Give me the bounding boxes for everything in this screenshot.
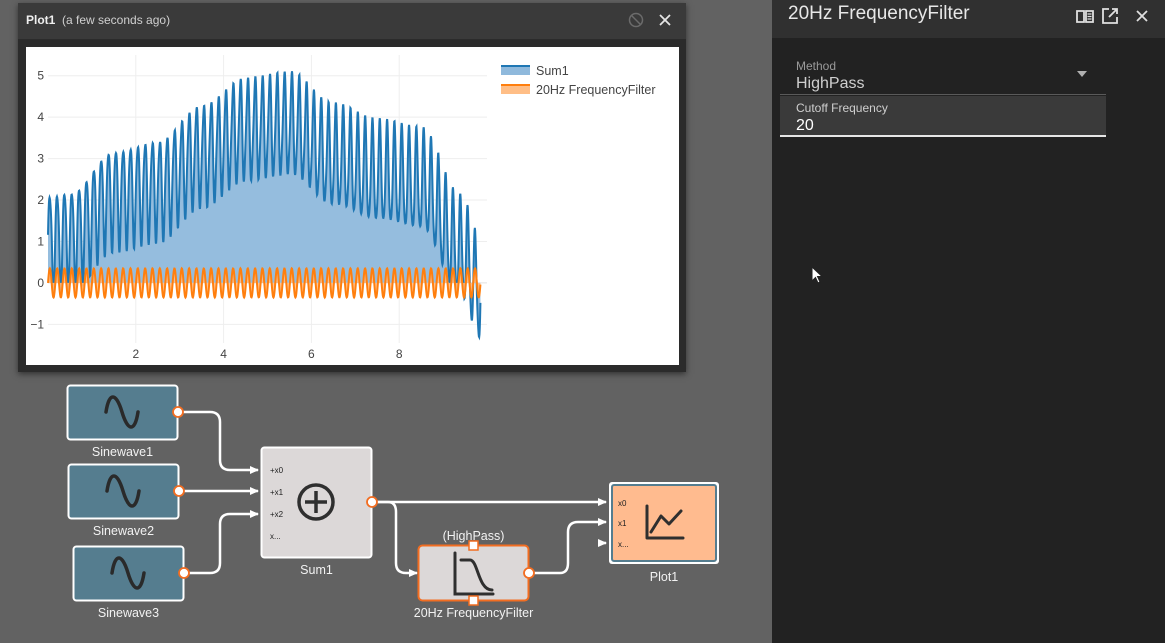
legend-swatch-fill — [501, 66, 530, 75]
y-tick-label: 1 — [37, 234, 44, 248]
properties-panel: 20Hz FrequencyFilter Method HighPass Cut… — [772, 0, 1165, 643]
caret-down-icon[interactable] — [1076, 70, 1088, 78]
close-icon[interactable] — [656, 11, 674, 29]
sinewave2-output-port — [173, 485, 185, 497]
plot1-port-label: x... — [618, 540, 629, 549]
close-icon[interactable] — [1132, 6, 1152, 26]
sum1-node[interactable] — [260, 446, 378, 559]
y-tick-label: 5 — [37, 69, 44, 83]
filter-label: 20Hz FrequencyFilter — [413, 606, 534, 620]
y-tick-label: −1 — [30, 317, 44, 331]
plot-window[interactable]: Plot1 (a few seconds ago) 2 4 6 8 −1 0 1 2 3 4 5 Su… — [18, 3, 686, 372]
line-chart[interactable]: 2 4 6 8 −1 0 1 2 3 4 5 Sum1 20Hz FrequencyFilter — [26, 47, 679, 365]
legend-label: Sum1 — [536, 64, 569, 78]
plot-window-titlebar[interactable]: Plot1 (a few seconds ago) — [18, 3, 686, 39]
plot1-label: Plot1 — [649, 570, 679, 584]
plot1-port-label: x0 — [618, 499, 627, 508]
method-value[interactable]: HighPass — [796, 75, 864, 93]
plot-window-timestamp: (a few seconds ago) — [62, 13, 171, 27]
mouse-cursor-icon — [811, 266, 823, 284]
sum1-port-label: +x2 — [270, 510, 284, 519]
filter-bottom-handle — [468, 595, 479, 606]
method-label: Method — [796, 59, 837, 73]
graph-edges — [178, 410, 607, 577]
x-tick-label: 6 — [308, 347, 315, 361]
y-tick-label: 2 — [37, 193, 44, 207]
method-select[interactable]: Method HighPass — [780, 54, 1106, 95]
sinewave3-label: Sinewave3 — [97, 606, 160, 620]
sum1-label: Sum1 — [300, 563, 333, 577]
cutoff-frequency-field[interactable]: Cutoff Frequency — [780, 96, 1106, 137]
sinewave1-output-port — [172, 406, 184, 418]
cutoff-frequency-label: Cutoff Frequency — [796, 101, 888, 115]
sinewave1-label: Sinewave1 — [91, 445, 154, 459]
legend-swatch-fill — [501, 85, 530, 94]
plot1-port-label: x1 — [618, 519, 627, 528]
panel-title: 20Hz FrequencyFilter — [788, 3, 970, 24]
y-tick-label: 4 — [37, 110, 44, 124]
panel-header: 20Hz FrequencyFilter — [772, 0, 1165, 38]
sum1-port-label: x... — [270, 532, 281, 541]
node-canvas[interactable]: +x0 +x1 +x2 x... x0 x1 x... Sinewave1 Si… — [0, 0, 772, 643]
sinewave1-node[interactable] — [66, 384, 184, 441]
book-icon[interactable] — [1075, 6, 1095, 26]
cutoff-frequency-input[interactable] — [796, 117, 1086, 135]
sinewave2-node[interactable] — [67, 463, 185, 520]
disable-icon[interactable] — [628, 12, 644, 28]
edge-sinewave1-sum1 — [178, 410, 259, 474]
filter-output-port — [523, 567, 535, 579]
x-tick-label: 2 — [132, 347, 139, 361]
y-tick-label: 0 — [37, 276, 44, 290]
sum1-output-port — [366, 496, 378, 508]
plot-window-title: Plot1 — [26, 13, 56, 27]
x-tick-label: 4 — [220, 347, 227, 361]
filter-mode-label: (HighPass) — [442, 529, 505, 543]
y-tick-label: 3 — [37, 152, 44, 166]
plot-surface[interactable]: 2 4 6 8 −1 0 1 2 3 4 5 Sum1 20Hz FrequencyFilter — [26, 47, 679, 365]
sum1-port-label: +x0 — [270, 466, 284, 475]
edge-sinewave3-sum1 — [184, 510, 259, 575]
open-external-icon[interactable] — [1100, 6, 1120, 26]
x-tick-label: 8 — [396, 347, 403, 361]
sinewave3-node[interactable] — [72, 545, 190, 602]
sum1-port-label: +x1 — [270, 488, 284, 497]
sinewave2-label: Sinewave2 — [92, 524, 155, 538]
filter-node[interactable] — [417, 540, 535, 606]
sinewave3-output-port — [178, 567, 190, 579]
legend-label: 20Hz FrequencyFilter — [536, 83, 656, 97]
